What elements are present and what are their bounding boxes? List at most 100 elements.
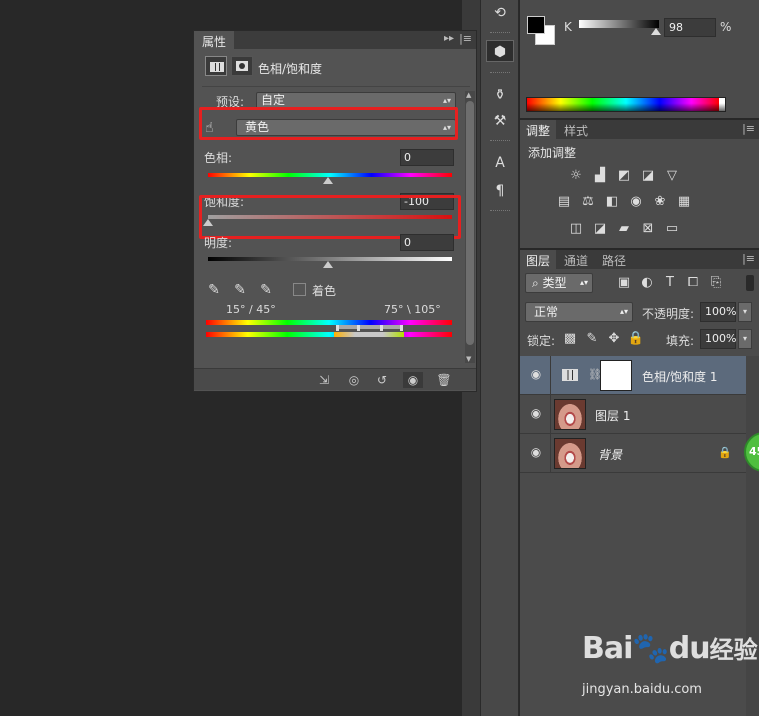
gradient-map-icon[interactable]: ▭ [662,220,682,238]
blend-mode-select[interactable]: 正常 ▴▾ [525,302,633,322]
channel-mixer-icon[interactable]: ❀ [650,193,670,211]
watermark-logo: Bai🐾du经验 [582,630,758,666]
mask-thumbnail[interactable] [600,360,632,391]
layer-row[interactable]: ◉ ⛓ 色相/饱和度 1 [520,356,746,395]
eye-icon[interactable]: ◉ [526,406,546,422]
tab-adjustments[interactable]: 调整 [520,120,557,139]
delete-icon[interactable]: 🗑 [434,372,454,388]
color-balance-icon[interactable]: ⚖ [578,193,598,211]
paragraph-icon[interactable]: ¶ [486,180,514,202]
adjustments-title: 添加调整 [528,146,577,160]
lock-position-icon[interactable]: ✥ [604,330,624,348]
tab-channels[interactable]: 通道 [558,250,594,269]
scroll-up-icon[interactable]: ▲ [466,91,471,99]
clip-to-layer-icon[interactable]: ⇲ [314,372,334,388]
k-input[interactable]: 98 [664,18,716,37]
brightness-icon[interactable]: ☼ [566,167,586,185]
reset-icon[interactable]: ↺ [372,372,392,388]
layer-thumbnail[interactable] [554,438,586,469]
eye-icon[interactable]: ◉ [526,445,546,461]
brush-presets-icon[interactable]: ⚱ [486,84,514,106]
hue-sat-adj-icon[interactable]: ▤ [554,193,574,211]
black-white-icon[interactable]: ◧ [602,193,622,211]
invert-icon[interactable]: ◫ [566,220,586,238]
range-handle-right-inner[interactable] [380,325,383,331]
layer-name[interactable]: 色相/饱和度 1 [642,368,718,385]
grip [490,32,510,34]
layer-name[interactable]: 图层 1 [595,407,630,424]
tab-styles[interactable]: 样式 [558,120,594,139]
eye-icon[interactable]: ◉ [526,367,546,383]
lightness-slider-thumb[interactable] [323,261,333,268]
eyedropper-plus-icon[interactable]: ✎ [231,281,249,299]
tab-layers[interactable]: 图层 [520,250,557,269]
exposure-icon[interactable]: ◪ [638,167,658,185]
layer-row[interactable]: ◉ 图层 1 [520,395,746,434]
lock-transparent-icon[interactable]: ▩ [560,330,580,348]
history-icon[interactable]: ⟲ [486,2,514,24]
layer-filter-row: ⌕ 类型 ▴▾ ▣ ◐ T ⧠ ⎘ [520,270,759,296]
lock-image-icon[interactable]: ✎ [582,330,602,348]
character-icon[interactable]: A [486,152,514,174]
hue-input[interactable]: 0 [400,149,454,166]
grip [490,210,510,212]
hue-slider-thumb[interactable] [323,177,333,184]
panel-menu-icon[interactable]: |≡ [742,252,755,265]
layer-name[interactable]: 背景 [598,446,622,463]
filter-adjustment-icon[interactable]: ◐ [637,274,657,292]
filter-smart-object-icon[interactable]: ⎘ [706,274,726,292]
properties-scroll-thumb[interactable] [466,101,474,345]
eyedropper-minus-icon[interactable]: ✎ [257,281,275,299]
hue-saturation-icon[interactable] [205,56,227,76]
color-spectrum[interactable] [526,97,726,112]
3d-icon[interactable]: ⬢ [486,40,514,62]
photo-filter-icon[interactable]: ◉ [626,193,646,211]
lock-all-icon[interactable]: 🔒 [626,330,646,348]
fill-input[interactable]: 100% [700,329,736,349]
filter-pixel-icon[interactable]: ▣ [614,274,634,292]
filter-type-icon[interactable]: T [660,274,680,292]
color-lookup-icon[interactable]: ▦ [674,193,694,211]
vibrance-icon[interactable]: ▽ [662,167,682,185]
curves-icon[interactable]: ◩ [614,167,634,185]
levels-icon[interactable]: ▟ [590,167,610,185]
watermark-brand-2: du [668,631,711,666]
divider [550,395,551,434]
range-handle-right-outer[interactable] [400,325,403,331]
filter-kind-select[interactable]: ⌕ 类型 ▴▾ [525,273,593,293]
opacity-input[interactable]: 100% [700,302,736,322]
tab-paths[interactable]: 路径 [596,250,632,269]
collapse-icon[interactable]: ▸▸ [444,33,454,44]
range-handle-left-inner[interactable] [357,325,360,331]
tab-properties[interactable]: 属性 [194,31,235,49]
scroll-down-icon[interactable]: ▼ [466,355,471,363]
lightness-input[interactable]: 0 [400,234,454,251]
filter-toggle[interactable] [746,275,754,291]
range-selector[interactable] [336,325,402,329]
mask-icon[interactable] [231,56,253,76]
posterize-icon[interactable]: ◪ [590,220,610,238]
threshold-icon[interactable]: ▰ [614,220,634,238]
blend-row: 正常 ▴▾ 不透明度: 100% ▾ [520,300,759,324]
panel-menu-icon[interactable]: |≡ [459,32,472,45]
opacity-dropdown-icon[interactable]: ▾ [738,302,752,322]
k-slider-thumb[interactable] [651,28,661,35]
colorize-checkbox[interactable] [293,283,306,296]
layer-row[interactable]: ◉ 背景 🔒 [520,434,746,473]
layer-thumbnail[interactable] [554,399,586,430]
grip [490,140,510,142]
foreground-color-swatch[interactable] [527,16,545,34]
layers-tabbar: 图层 通道 路径 |≡ [520,250,759,269]
range-handle-left-outer[interactable] [336,325,339,331]
fill-dropdown-icon[interactable]: ▾ [738,329,752,349]
eyedropper-icon[interactable]: ✎ [205,281,223,299]
panel-menu-icon[interactable]: |≡ [742,122,755,135]
highlight-box-channel [199,107,458,140]
selective-color-icon[interactable]: ⊠ [638,220,658,238]
tool-presets-icon[interactable]: ⚒ [486,110,514,132]
k-slider[interactable] [579,20,659,28]
visibility-eye-icon[interactable]: ◉ [403,372,423,388]
view-previous-icon[interactable]: ◎ [344,372,364,388]
colorize-label: 着色 [312,284,337,298]
filter-shape-icon[interactable]: ⧠ [683,274,703,292]
